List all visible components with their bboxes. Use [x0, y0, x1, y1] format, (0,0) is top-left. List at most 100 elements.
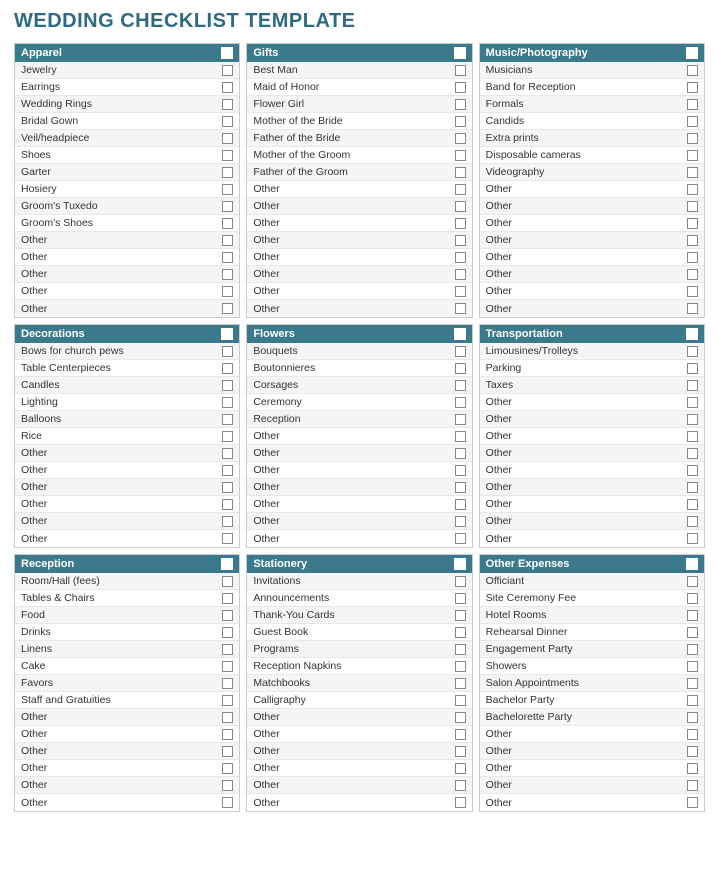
- row-checkbox[interactable]: [222, 303, 233, 314]
- row-checkbox[interactable]: [455, 218, 466, 229]
- row-checkbox[interactable]: [455, 729, 466, 740]
- row-checkbox[interactable]: [222, 397, 233, 408]
- section-header-checkbox-flowers[interactable]: [454, 328, 466, 340]
- row-checkbox[interactable]: [455, 286, 466, 297]
- row-checkbox[interactable]: [687, 712, 698, 723]
- row-checkbox[interactable]: [222, 65, 233, 76]
- row-checkbox[interactable]: [222, 678, 233, 689]
- row-checkbox[interactable]: [222, 627, 233, 638]
- row-checkbox[interactable]: [222, 167, 233, 178]
- row-checkbox[interactable]: [222, 797, 233, 808]
- row-checkbox[interactable]: [687, 201, 698, 212]
- row-checkbox[interactable]: [222, 380, 233, 391]
- row-checkbox[interactable]: [687, 99, 698, 110]
- section-header-checkbox-other-expenses[interactable]: [686, 558, 698, 570]
- section-header-checkbox-transportation[interactable]: [686, 328, 698, 340]
- row-checkbox[interactable]: [687, 218, 698, 229]
- row-checkbox[interactable]: [222, 763, 233, 774]
- row-checkbox[interactable]: [222, 712, 233, 723]
- row-checkbox[interactable]: [222, 150, 233, 161]
- row-checkbox[interactable]: [222, 346, 233, 357]
- row-checkbox[interactable]: [455, 746, 466, 757]
- section-header-checkbox-reception[interactable]: [221, 558, 233, 570]
- row-checkbox[interactable]: [455, 133, 466, 144]
- row-checkbox[interactable]: [687, 235, 698, 246]
- row-checkbox[interactable]: [687, 780, 698, 791]
- row-checkbox[interactable]: [455, 499, 466, 510]
- row-checkbox[interactable]: [455, 150, 466, 161]
- row-checkbox[interactable]: [687, 533, 698, 544]
- row-checkbox[interactable]: [222, 482, 233, 493]
- row-checkbox[interactable]: [455, 516, 466, 527]
- row-checkbox[interactable]: [455, 82, 466, 93]
- row-checkbox[interactable]: [687, 116, 698, 127]
- row-checkbox[interactable]: [222, 201, 233, 212]
- row-checkbox[interactable]: [222, 533, 233, 544]
- row-checkbox[interactable]: [687, 431, 698, 442]
- row-checkbox[interactable]: [455, 533, 466, 544]
- section-header-checkbox-stationery[interactable]: [454, 558, 466, 570]
- row-checkbox[interactable]: [455, 252, 466, 263]
- row-checkbox[interactable]: [222, 235, 233, 246]
- row-checkbox[interactable]: [222, 729, 233, 740]
- row-checkbox[interactable]: [455, 661, 466, 672]
- row-checkbox[interactable]: [455, 465, 466, 476]
- row-checkbox[interactable]: [687, 661, 698, 672]
- row-checkbox[interactable]: [687, 499, 698, 510]
- row-checkbox[interactable]: [455, 380, 466, 391]
- row-checkbox[interactable]: [455, 627, 466, 638]
- row-checkbox[interactable]: [455, 65, 466, 76]
- row-checkbox[interactable]: [222, 218, 233, 229]
- row-checkbox[interactable]: [222, 431, 233, 442]
- row-checkbox[interactable]: [222, 99, 233, 110]
- section-header-checkbox-music-photography[interactable]: [686, 47, 698, 59]
- row-checkbox[interactable]: [687, 644, 698, 655]
- row-checkbox[interactable]: [455, 363, 466, 374]
- row-checkbox[interactable]: [687, 363, 698, 374]
- row-checkbox[interactable]: [222, 593, 233, 604]
- section-header-checkbox-decorations[interactable]: [221, 328, 233, 340]
- row-checkbox[interactable]: [455, 763, 466, 774]
- row-checkbox[interactable]: [687, 695, 698, 706]
- row-checkbox[interactable]: [222, 576, 233, 587]
- row-checkbox[interactable]: [455, 797, 466, 808]
- row-checkbox[interactable]: [687, 133, 698, 144]
- row-checkbox[interactable]: [222, 184, 233, 195]
- row-checkbox[interactable]: [687, 303, 698, 314]
- row-checkbox[interactable]: [222, 269, 233, 280]
- row-checkbox[interactable]: [455, 116, 466, 127]
- row-checkbox[interactable]: [687, 65, 698, 76]
- row-checkbox[interactable]: [687, 746, 698, 757]
- row-checkbox[interactable]: [687, 516, 698, 527]
- row-checkbox[interactable]: [222, 414, 233, 425]
- row-checkbox[interactable]: [222, 661, 233, 672]
- row-checkbox[interactable]: [455, 593, 466, 604]
- row-checkbox[interactable]: [455, 167, 466, 178]
- row-checkbox[interactable]: [455, 414, 466, 425]
- row-checkbox[interactable]: [455, 644, 466, 655]
- row-checkbox[interactable]: [455, 695, 466, 706]
- row-checkbox[interactable]: [687, 167, 698, 178]
- row-checkbox[interactable]: [455, 780, 466, 791]
- row-checkbox[interactable]: [687, 252, 698, 263]
- row-checkbox[interactable]: [687, 729, 698, 740]
- row-checkbox[interactable]: [687, 82, 698, 93]
- row-checkbox[interactable]: [455, 269, 466, 280]
- row-checkbox[interactable]: [455, 303, 466, 314]
- row-checkbox[interactable]: [455, 201, 466, 212]
- row-checkbox[interactable]: [455, 712, 466, 723]
- row-checkbox[interactable]: [222, 116, 233, 127]
- row-checkbox[interactable]: [455, 346, 466, 357]
- row-checkbox[interactable]: [222, 252, 233, 263]
- row-checkbox[interactable]: [455, 482, 466, 493]
- row-checkbox[interactable]: [222, 516, 233, 527]
- row-checkbox[interactable]: [687, 397, 698, 408]
- row-checkbox[interactable]: [687, 763, 698, 774]
- row-checkbox[interactable]: [687, 414, 698, 425]
- row-checkbox[interactable]: [222, 133, 233, 144]
- row-checkbox[interactable]: [687, 610, 698, 621]
- row-checkbox[interactable]: [222, 746, 233, 757]
- row-checkbox[interactable]: [222, 448, 233, 459]
- row-checkbox[interactable]: [455, 431, 466, 442]
- row-checkbox[interactable]: [455, 184, 466, 195]
